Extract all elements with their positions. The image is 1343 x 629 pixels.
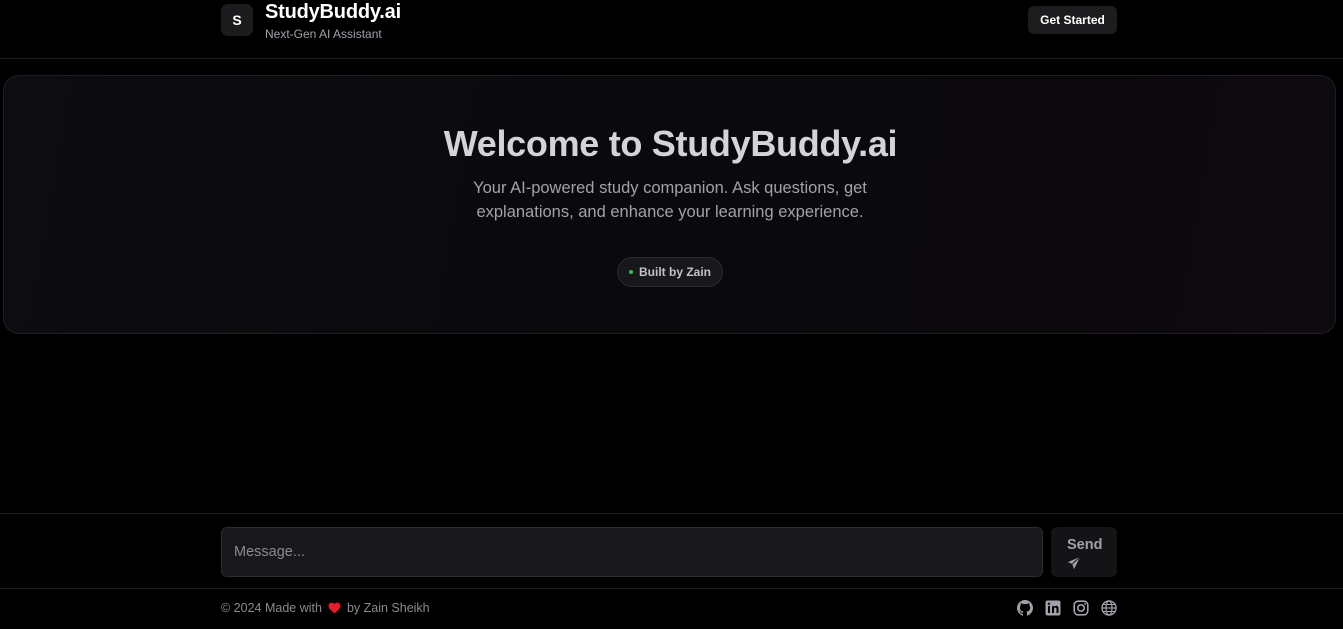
brand-title: StudyBuddy.ai [265, 1, 401, 23]
top-header: S StudyBuddy.ai Next-Gen AI Assistant Ge… [0, 0, 1343, 59]
github-icon[interactable] [1017, 600, 1033, 616]
status-dot-icon [629, 270, 633, 274]
copyright-suffix: by Zain Sheikh [346, 601, 430, 615]
send-label: Send [1067, 537, 1103, 553]
message-input[interactable] [221, 527, 1043, 577]
get-started-button[interactable]: Get Started [1028, 6, 1117, 34]
paper-plane-icon [1067, 556, 1081, 570]
badge-label: Built by Zain [639, 265, 711, 279]
footer: © 2024 Made with by Zain Sheikh [0, 590, 1343, 629]
built-by-badge: Built by Zain [617, 257, 723, 287]
globe-icon[interactable] [1101, 600, 1117, 616]
hero-description: Your AI-powered study companion. Ask que… [473, 179, 867, 221]
heart-icon [328, 602, 341, 614]
brand-subtitle: Next-Gen AI Assistant [265, 27, 382, 41]
copyright-prefix: © 2024 Made with [221, 601, 322, 615]
copyright: © 2024 Made with by Zain Sheikh [221, 601, 430, 615]
send-button[interactable]: Send [1051, 527, 1117, 577]
message-composer: Send [0, 513, 1343, 589]
logo-badge: S [221, 4, 253, 36]
welcome-hero: Welcome to StudyBuddy.ai Your AI-powered… [3, 75, 1336, 334]
linkedin-icon[interactable] [1045, 600, 1061, 616]
hero-title: Welcome to StudyBuddy.ai [443, 123, 898, 164]
instagram-icon[interactable] [1073, 600, 1089, 616]
